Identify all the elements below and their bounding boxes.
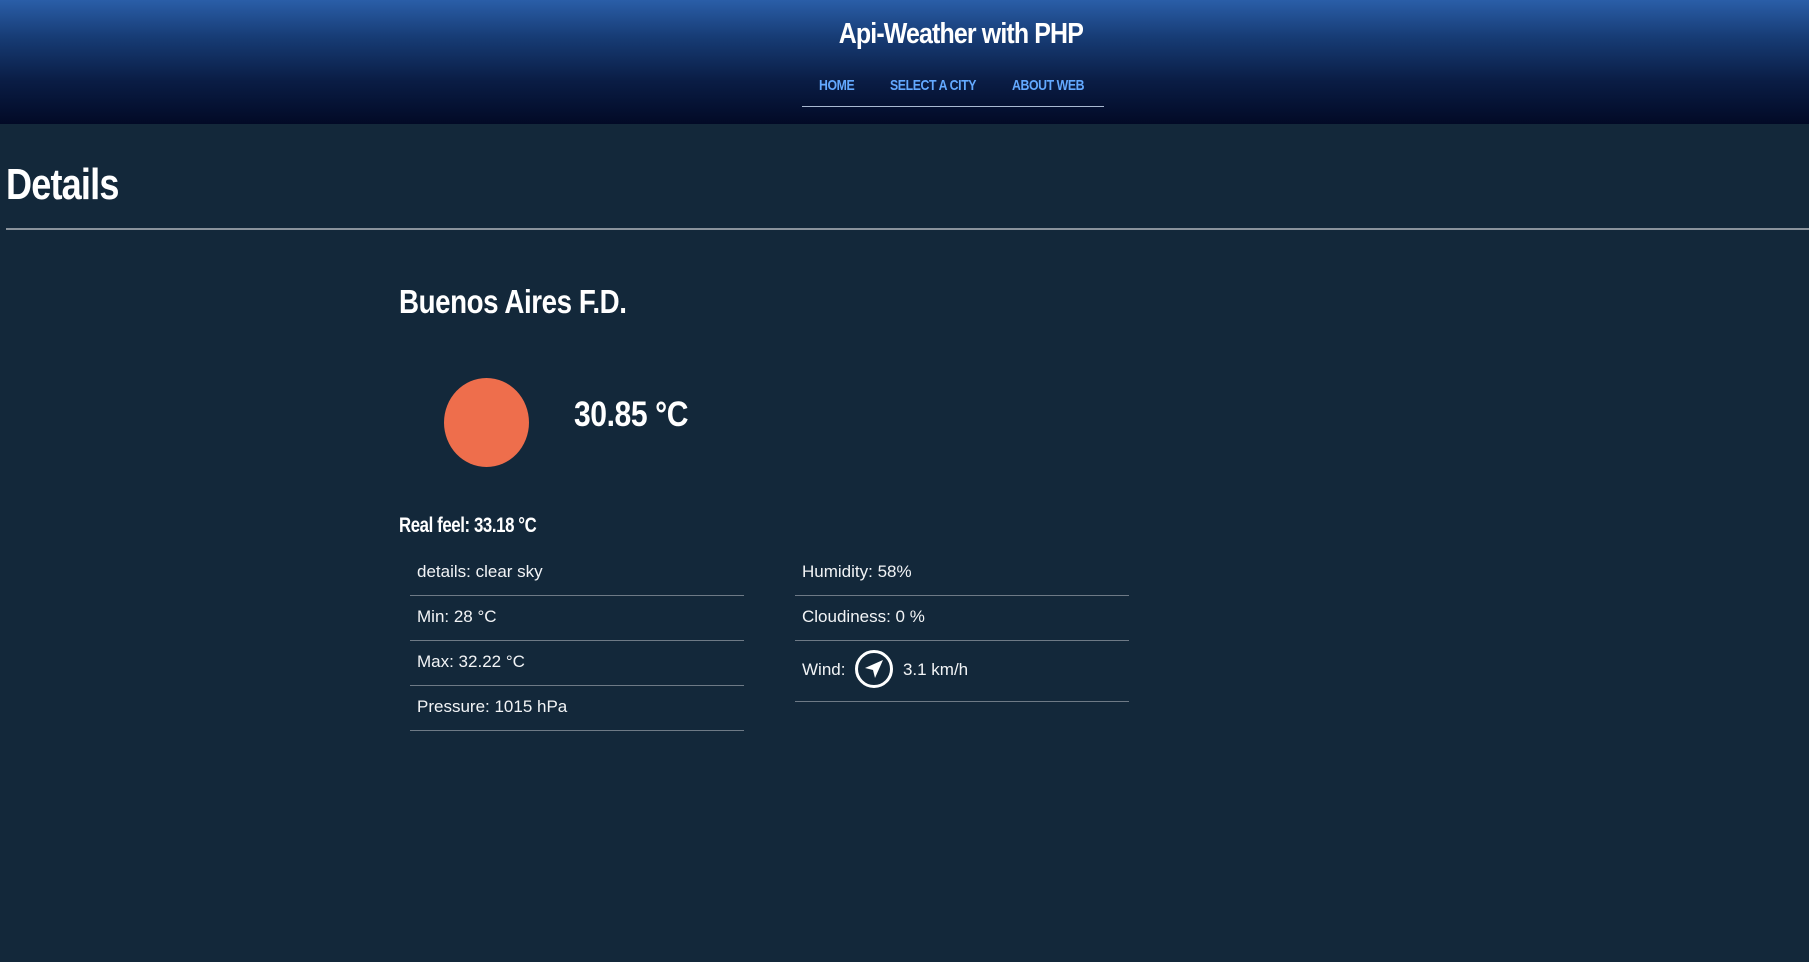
temperature: 30.85 °C <box>574 395 689 434</box>
details-list: details: clear sky Min: 28 °C Max: 32.22… <box>410 551 744 731</box>
wind-direction-icon <box>854 649 894 689</box>
list-item-cloudiness: Cloudiness: 0 % <box>795 596 1129 641</box>
sun-icon <box>444 378 529 467</box>
site-header: Api-Weather with PHP HOME SELECT A CITY … <box>0 0 1809 124</box>
list-item-humidity: Humidity: 58% <box>795 551 1129 596</box>
page-divider <box>6 228 1809 230</box>
list-item-min: Min: 28 °C <box>410 596 744 641</box>
page-title: Details <box>6 160 119 209</box>
site-title: Api-Weather with PHP <box>838 18 1084 50</box>
wind-speed: 3.1 km/h <box>902 660 969 679</box>
main-nav: HOME SELECT A CITY ABOUT WEB <box>802 74 1104 107</box>
list-item-max: Max: 32.22 °C <box>410 641 744 686</box>
wind-label: Wind: <box>802 660 846 679</box>
list-item-pressure: Pressure: 1015 hPa <box>410 686 744 731</box>
nav-item-select-city[interactable]: SELECT A CITY <box>890 77 976 94</box>
conditions-list: Humidity: 58% Cloudiness: 0 % Wind: 3.1 … <box>795 551 1129 702</box>
nav-item-about-web[interactable]: ABOUT WEB <box>1012 77 1085 94</box>
real-feel: Real feel: 33.18 °C <box>399 514 537 537</box>
nav-item-home[interactable]: HOME <box>819 77 855 94</box>
list-item-wind: Wind: 3.1 km/h <box>795 641 1129 702</box>
city-name: Buenos Aires F.D. <box>399 283 627 320</box>
list-item-details: details: clear sky <box>410 551 744 596</box>
